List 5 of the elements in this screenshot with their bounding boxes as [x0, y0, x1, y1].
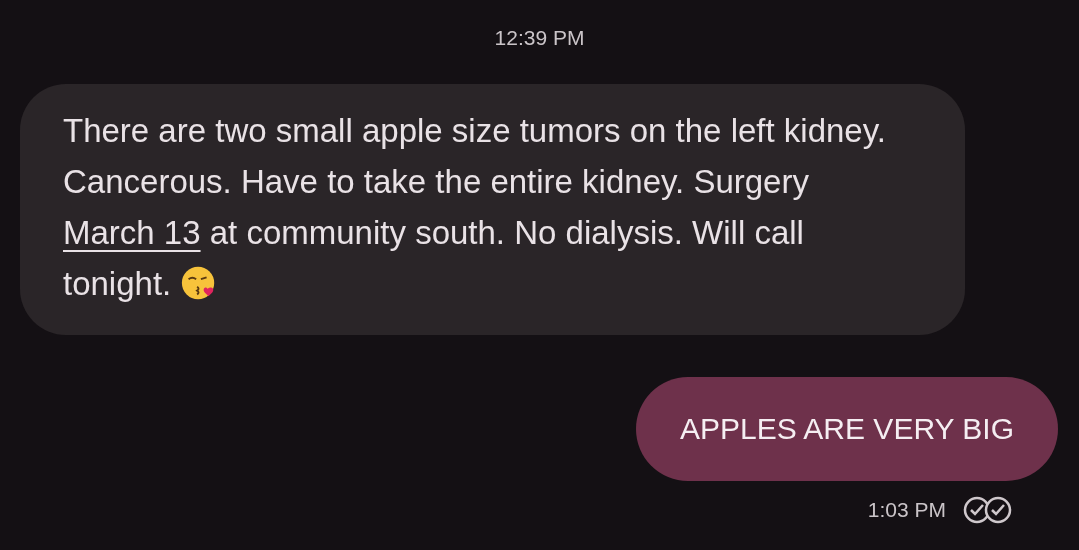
message-text: APPLES ARE VERY BIG [679, 412, 1014, 446]
message-text: There are two small apple size tumors on the left kidney. Cancerous. Have to take the entire kidney. Surgery March 13 at community south. No dialysis. Will call tonight. [63, 111, 887, 304]
timestamp: 12:39 PM [493, 26, 586, 50]
sent-time: 1:03 PM [867, 498, 946, 522]
date-link[interactable]: March 13 [63, 214, 201, 251]
